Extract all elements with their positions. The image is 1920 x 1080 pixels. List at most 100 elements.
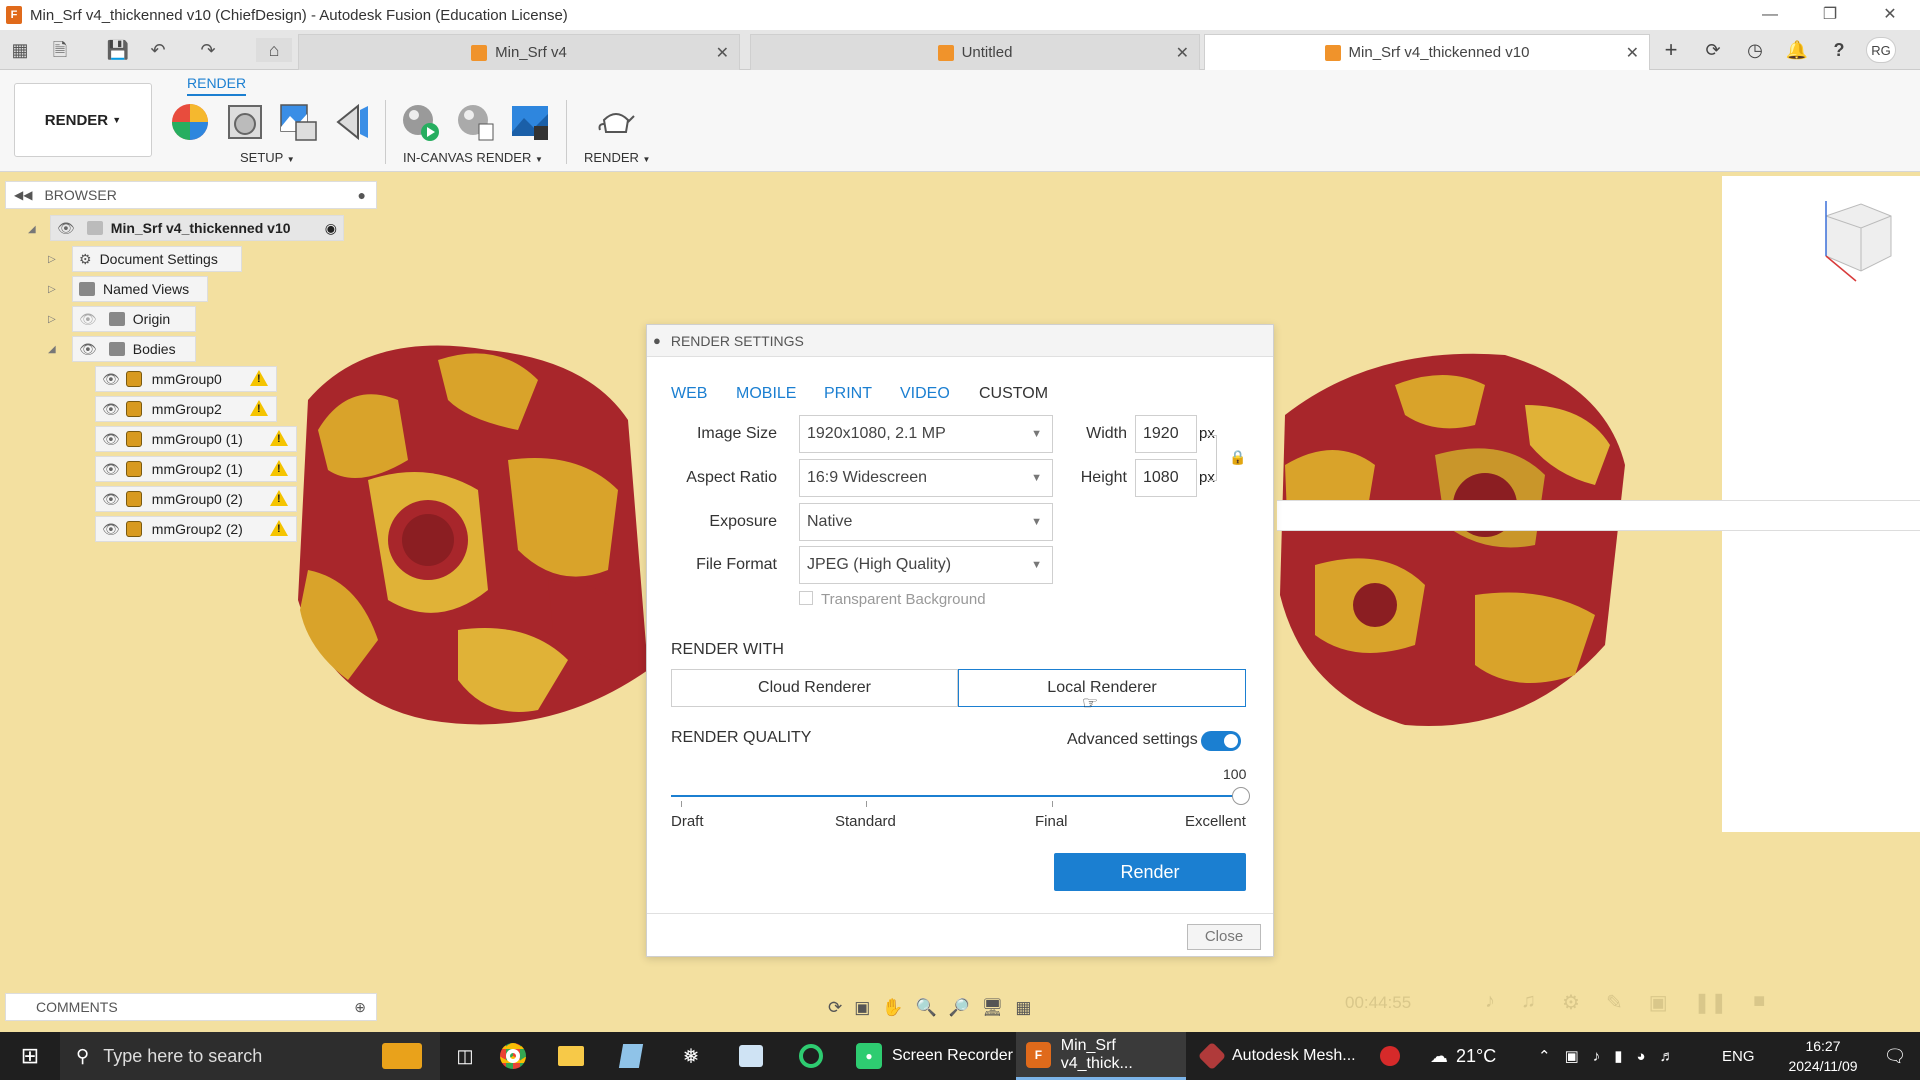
microphone-icon[interactable]: ♪ <box>1593 1048 1601 1065</box>
tab-render[interactable]: RENDER <box>187 75 247 96</box>
close-tab-icon[interactable]: ✕ <box>716 43 729 63</box>
advanced-settings-toggle[interactable] <box>1201 731 1241 751</box>
app-icon-4[interactable] <box>788 1032 834 1080</box>
setup-group-label[interactable]: SETUP ▼ <box>240 150 295 165</box>
add-comment-icon[interactable]: ⊕ <box>354 999 366 1016</box>
aspect-ratio-dropdown[interactable]: 16:9 Widescreen ▼ <box>799 459 1053 497</box>
help-icon[interactable]: ? <box>1826 37 1852 63</box>
lattice-model-right[interactable] <box>1275 345 1630 735</box>
close-tab-icon[interactable]: ✕ <box>1626 43 1639 63</box>
quality-slider-track[interactable] <box>671 795 1241 797</box>
visibility-eye-icon[interactable]: 👁 <box>102 491 120 508</box>
app-icon-3[interactable] <box>728 1032 774 1080</box>
browser-root-item[interactable]: 👁 Min_Srf v4_thickenned v10 ◉ <box>50 215 344 241</box>
taskbar-search-box[interactable]: ⚲ Type here to search <box>60 1032 440 1080</box>
transparent-bg-checkbox[interactable] <box>799 591 813 605</box>
preset-video[interactable]: VIDEO <box>900 385 950 403</box>
body-item[interactable]: 👁 mmGroup2 ! <box>95 396 277 422</box>
body-item[interactable]: 👁 mmGroup2 (1) ! <box>95 456 297 482</box>
weather-widget[interactable]: ☁ 21°C <box>1430 1032 1530 1080</box>
cloud-renderer-option[interactable]: Cloud Renderer <box>671 669 958 707</box>
aspect-lock-icon[interactable]: 🔒 <box>1229 449 1246 466</box>
close-tab-icon[interactable]: ✕ <box>1176 43 1189 63</box>
workspace-switcher[interactable]: RENDER ▼ <box>14 83 152 157</box>
in-canvas-settings-icon[interactable] <box>455 102 495 142</box>
apps-grid-icon[interactable]: ▦ <box>8 38 32 62</box>
file-format-dropdown[interactable]: JPEG (High Quality) ▼ <box>799 546 1053 584</box>
warning-icon[interactable]: ! <box>270 460 288 476</box>
file-explorer-icon[interactable] <box>548 1032 594 1080</box>
file-menu-icon[interactable]: 🗎 <box>48 38 72 62</box>
app-icon-5[interactable] <box>1370 1032 1410 1080</box>
wifi-icon[interactable]: ◕ <box>1637 1048 1646 1065</box>
tab-min-srf-v4[interactable]: Min_Srf v4 ✕ <box>298 34 740 70</box>
preset-custom[interactable]: CUSTOM <box>979 385 1048 403</box>
warning-icon[interactable]: ! <box>270 520 288 536</box>
preset-mobile[interactable]: MOBILE <box>736 385 796 403</box>
close-window-button[interactable]: ✕ <box>1860 0 1920 30</box>
visibility-eye-icon[interactable]: 👁 <box>79 341 97 358</box>
user-avatar[interactable]: RG <box>1866 37 1896 63</box>
appearance-icon[interactable] <box>170 102 210 142</box>
mic-icon[interactable]: ♪ <box>1485 990 1495 1024</box>
preset-web[interactable]: WEB <box>671 385 707 403</box>
visibility-eye-icon[interactable]: 👁 <box>102 521 120 538</box>
volume-icon[interactable]: ♬ <box>1660 1048 1675 1065</box>
scene-settings-icon[interactable] <box>225 102 265 142</box>
collapse-panel-icon[interactable]: ◀◀ <box>14 188 32 202</box>
expand-arrow-icon[interactable]: ▷ <box>48 284 56 295</box>
browser-item-origin[interactable]: 👁 Origin <box>72 306 196 332</box>
pause-icon[interactable]: ❚❚ <box>1694 990 1728 1024</box>
visibility-eye-icon[interactable]: 👁 <box>102 431 120 448</box>
dialog-header[interactable]: ● RENDER SETTINGS <box>647 325 1273 357</box>
start-windows-icon[interactable]: ⊞ <box>0 1032 60 1080</box>
browser-item-bodies[interactable]: 👁 Bodies <box>72 336 196 362</box>
home-icon[interactable]: ⌂ <box>256 38 292 62</box>
speaker-icon[interactable]: ♫ <box>1521 990 1536 1024</box>
visibility-eye-icon[interactable]: 👁 <box>57 220 75 237</box>
warning-icon[interactable]: ! <box>250 400 268 416</box>
settings-gear-icon[interactable]: ⚙ <box>1562 990 1580 1024</box>
minimize-panel-icon[interactable]: ● <box>358 187 366 203</box>
collapse-arrow-icon[interactable]: ◢ <box>28 224 36 235</box>
warning-icon[interactable]: ! <box>270 490 288 506</box>
taskbar-app-screen-recorder[interactable]: ● Screen Recorder <box>846 1032 1014 1080</box>
preset-print[interactable]: PRINT <box>824 385 872 403</box>
tab-min-srf-v4-thickenned[interactable]: Min_Srf v4_thickenned v10 ✕ <box>1204 34 1650 70</box>
body-item[interactable]: 👁 mmGroup2 (2) ! <box>95 516 297 542</box>
tray-app-icon[interactable]: ▣ <box>1565 1047 1579 1065</box>
in-canvas-render-icon[interactable] <box>400 102 440 142</box>
render-button[interactable]: Render <box>1054 853 1246 891</box>
width-input[interactable]: 1920 <box>1135 415 1197 453</box>
local-renderer-option[interactable]: Local Renderer <box>958 669 1246 707</box>
restore-button[interactable]: ❐ <box>1800 0 1860 30</box>
tab-untitled[interactable]: Untitled ✕ <box>750 34 1200 70</box>
exposure-dropdown[interactable]: Native ▼ <box>799 503 1053 541</box>
view-cube[interactable] <box>1816 196 1896 286</box>
warning-icon[interactable]: ! <box>270 430 288 446</box>
orbit-icon[interactable]: ⟳ <box>828 998 842 1018</box>
browser-item-named-views[interactable]: Named Views <box>72 276 208 302</box>
notification-center-icon[interactable]: 🗨 <box>1870 1032 1920 1080</box>
new-tab-plus-icon[interactable]: + <box>1658 37 1684 63</box>
browser-panel-header[interactable]: ◀◀ BROWSER ● <box>5 181 377 209</box>
active-radio-icon[interactable]: ◉ <box>325 220 337 237</box>
pen-icon[interactable]: ✎ <box>1606 990 1623 1024</box>
app-icon-2[interactable]: ❅ <box>668 1032 714 1080</box>
look-at-icon[interactable]: ▣ <box>854 998 870 1018</box>
browser-item-document-settings[interactable]: ⚙ Document Settings <box>72 246 242 272</box>
extensions-icon[interactable]: ⟳ <box>1700 37 1726 63</box>
collapse-dialog-icon[interactable]: ● <box>653 333 661 348</box>
decal-icon[interactable] <box>332 102 372 142</box>
app-icon-1[interactable] <box>608 1032 654 1080</box>
hidden-eye-icon[interactable]: 👁 <box>79 311 97 328</box>
redo-icon[interactable]: ↷ <box>196 38 220 62</box>
height-input[interactable]: 1080 <box>1135 459 1197 497</box>
zoom-icon[interactable]: 🔍 <box>915 998 936 1018</box>
save-icon[interactable]: 💾 <box>106 38 130 62</box>
body-item[interactable]: 👁 mmGroup0 (1) ! <box>95 426 297 452</box>
close-dialog-button[interactable]: Close <box>1187 924 1261 950</box>
warning-icon[interactable]: ! <box>250 370 268 386</box>
battery-icon[interactable]: ▮ <box>1614 1047 1622 1065</box>
taskbar-app-autodesk-mesh[interactable]: Autodesk Mesh... <box>1192 1032 1362 1080</box>
